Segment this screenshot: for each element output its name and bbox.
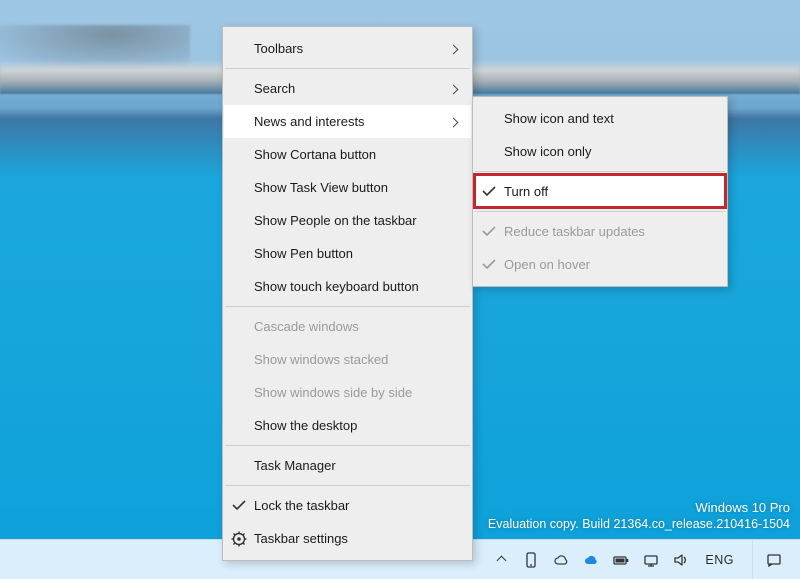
- action-center-icon[interactable]: [752, 540, 794, 579]
- menu-item[interactable]: Show Cortana button: [224, 138, 471, 171]
- menu-item[interactable]: News and interests: [224, 105, 471, 138]
- menu-item[interactable]: Show the desktop: [224, 409, 471, 442]
- menu-item-label: Toolbars: [254, 41, 443, 56]
- menu-item[interactable]: Show People on the taskbar: [224, 204, 471, 237]
- menu-item: Show windows side by side: [224, 376, 471, 409]
- menu-item-label: Show icon only: [504, 144, 698, 159]
- menu-item[interactable]: Toolbars: [224, 32, 471, 65]
- menu-item[interactable]: Show Task View button: [224, 171, 471, 204]
- menu-item-label: Show windows side by side: [254, 385, 443, 400]
- menu-item-label: Reduce taskbar updates: [504, 224, 698, 239]
- menu-item-label: Show Pen button: [254, 246, 443, 261]
- menu-item-label: Search: [254, 81, 443, 96]
- menu-item-label: Show icon and text: [504, 111, 698, 126]
- menu-item[interactable]: Task Manager: [224, 449, 471, 482]
- menu-item[interactable]: Turn off: [474, 175, 726, 208]
- menu-item-label: Cascade windows: [254, 319, 443, 334]
- network-icon[interactable]: [641, 540, 661, 579]
- menu-item[interactable]: Search: [224, 72, 471, 105]
- volume-icon[interactable]: [671, 540, 691, 579]
- watermark-edition: Windows 10 Pro: [488, 499, 790, 517]
- gear-icon: [224, 531, 254, 547]
- menu-item-label: News and interests: [254, 114, 443, 129]
- taskbar-context-menu: Toolbars Search News and interests Show Cor…: [222, 26, 473, 561]
- menu-item-label: Show the desktop: [254, 418, 443, 433]
- menu-item-label: Taskbar settings: [254, 531, 443, 546]
- menu-item-label: Open on hover: [504, 257, 698, 272]
- menu-item-label: Show Task View button: [254, 180, 443, 195]
- onedrive-icon[interactable]: [581, 540, 601, 579]
- menu-item-label: Task Manager: [254, 458, 443, 473]
- phone-icon[interactable]: [521, 540, 541, 579]
- menu-item[interactable]: Show icon only: [474, 135, 726, 168]
- menu-item-label: Turn off: [504, 184, 698, 199]
- menu-item-label: Show Cortana button: [254, 147, 443, 162]
- menu-separator: [475, 211, 725, 212]
- activation-watermark: Windows 10 Pro Evaluation copy. Build 21…: [488, 499, 790, 533]
- menu-item-label: Show windows stacked: [254, 352, 443, 367]
- menu-item-label: Lock the taskbar: [254, 498, 443, 513]
- menu-separator: [225, 445, 470, 446]
- system-tray: ENG: [491, 540, 794, 579]
- watermark-build: Evaluation copy. Build 21364.co_release.…: [488, 516, 790, 533]
- menu-item[interactable]: Show Pen button: [224, 237, 471, 270]
- language-indicator[interactable]: ENG: [701, 540, 738, 579]
- chevron-right-icon: [443, 115, 457, 129]
- menu-separator: [225, 68, 470, 69]
- menu-separator: [225, 485, 470, 486]
- check-icon: [474, 184, 504, 200]
- menu-item: Reduce taskbar updates: [474, 215, 726, 248]
- tray-overflow-icon[interactable]: [491, 540, 511, 579]
- cloud-outline-icon[interactable]: [551, 540, 571, 579]
- menu-item[interactable]: Show icon and text: [474, 102, 726, 135]
- menu-item: Open on hover: [474, 248, 726, 281]
- menu-separator: [475, 171, 725, 172]
- menu-item[interactable]: Taskbar settings: [224, 522, 471, 555]
- menu-item[interactable]: Show touch keyboard button: [224, 270, 471, 303]
- check-icon: [474, 257, 504, 273]
- check-icon: [224, 498, 254, 514]
- chevron-right-icon: [443, 42, 457, 56]
- menu-item[interactable]: Lock the taskbar: [224, 489, 471, 522]
- battery-icon[interactable]: [611, 540, 631, 579]
- news-interests-submenu: Show icon and text Show icon only Turn off…: [472, 96, 728, 287]
- menu-item-label: Show touch keyboard button: [254, 279, 443, 294]
- chevron-right-icon: [443, 82, 457, 96]
- check-icon: [474, 224, 504, 240]
- menu-separator: [225, 306, 470, 307]
- menu-item: Cascade windows: [224, 310, 471, 343]
- menu-item: Show windows stacked: [224, 343, 471, 376]
- menu-item-label: Show People on the taskbar: [254, 213, 443, 228]
